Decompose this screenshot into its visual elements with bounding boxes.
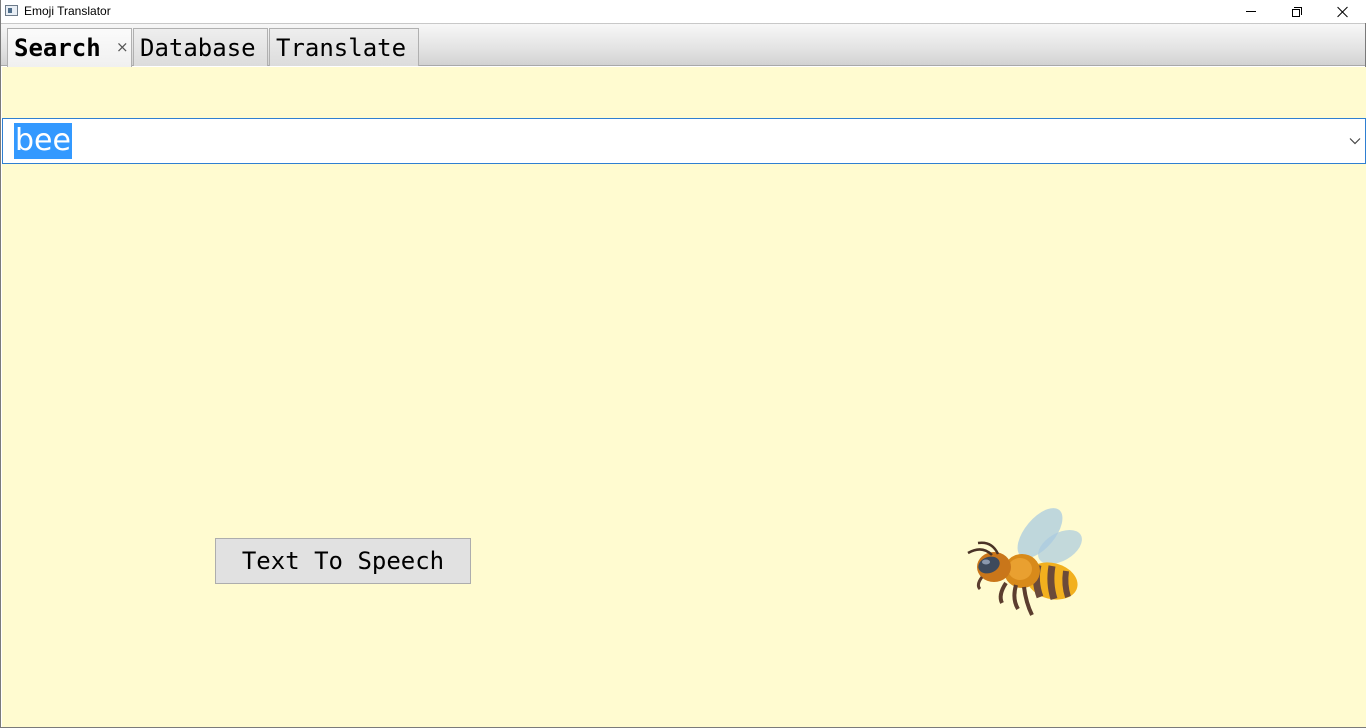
tab-search[interactable]: Search × [7, 28, 132, 67]
close-icon [1337, 6, 1349, 18]
tab-strip: Search × Database Translate [1, 23, 1365, 67]
tab-close-icon[interactable]: × [116, 38, 129, 56]
chevron-down-icon[interactable] [1347, 131, 1363, 151]
minimize-button[interactable] [1228, 0, 1274, 23]
app-icon [5, 5, 18, 16]
search-panel: bee Text To Speech [2, 67, 1366, 727]
honeybee-emoji-icon [967, 508, 1082, 616]
tab-translate-label: Translate [276, 33, 407, 62]
minimize-icon [1246, 11, 1256, 12]
restore-button[interactable] [1274, 0, 1320, 23]
app-window: Emoji Translator Search × Database Trans… [0, 0, 1366, 728]
tab-database-label: Database [140, 33, 256, 62]
close-window-button[interactable] [1320, 0, 1366, 23]
search-combobox[interactable]: bee [2, 118, 1366, 164]
tab-database[interactable]: Database [133, 28, 268, 66]
search-input-value[interactable]: bee [14, 123, 72, 159]
title-bar[interactable]: Emoji Translator [1, 0, 1366, 23]
window-title: Emoji Translator [24, 4, 111, 18]
text-to-speech-button[interactable]: Text To Speech [215, 538, 471, 584]
tab-search-label: Search [14, 34, 101, 62]
restore-icon [1292, 6, 1302, 17]
tab-translate[interactable]: Translate [269, 28, 419, 66]
